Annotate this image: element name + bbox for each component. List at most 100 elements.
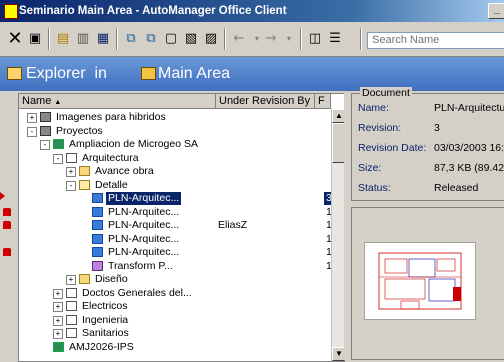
document-field-label: Size: xyxy=(358,162,382,174)
vertical-scrollbar[interactable]: ▲ ▼ xyxy=(331,109,344,361)
lock-icon xyxy=(3,221,11,229)
save-icon[interactable]: ▣ xyxy=(26,30,44,48)
tree-row[interactable]: AMJ2026-IPS xyxy=(19,341,334,354)
tree-row[interactable]: PLN-Arquitec... 1 xyxy=(19,246,334,259)
current-arrow-icon xyxy=(0,192,5,200)
check-icon[interactable]: ⧉ xyxy=(142,30,160,48)
area-label: Main Area xyxy=(158,65,231,82)
lock-icon xyxy=(3,207,11,216)
forward-dropdown-icon[interactable]: ▾ xyxy=(280,30,298,48)
tree-row[interactable]: - Proyectos xyxy=(19,125,334,138)
expand-icon[interactable]: + xyxy=(53,315,63,326)
drawing-icon xyxy=(92,193,103,203)
tree-row[interactable]: + Imagenes para hibridos xyxy=(19,111,334,124)
proj-icon xyxy=(53,341,64,352)
column-header-under-revision[interactable]: Under Revision By xyxy=(216,94,315,109)
toolbar-separator xyxy=(116,28,118,50)
tree-row[interactable]: Transform P... 1 xyxy=(19,260,334,273)
tree-row-label: AMJ2026-IPS xyxy=(69,340,134,353)
settings-icon[interactable]: ▦ xyxy=(94,30,112,48)
title-bar: Seminario Main Area - AutoManager Office… xyxy=(0,0,504,22)
tree-row[interactable]: - Detalle xyxy=(19,179,334,192)
doc-icon[interactable]: ▥ xyxy=(74,30,92,48)
expand-icon[interactable]: + xyxy=(66,167,76,177)
folder-white-icon xyxy=(66,301,77,311)
column-header-name[interactable]: Name ▲ xyxy=(19,94,216,109)
cabinet-icon xyxy=(40,112,51,122)
tree-row-label: PLN-Arquitec... xyxy=(108,219,180,231)
tree-row-label: Proyectos xyxy=(56,124,103,137)
tree-row[interactable]: PLN-Arquitec... 1 xyxy=(19,206,334,219)
explorer-label: Explorer in xyxy=(26,65,107,82)
tree-row-label: Diseño xyxy=(95,273,128,285)
document-field-label: Status: xyxy=(358,182,391,194)
drawing-icon xyxy=(92,233,103,244)
split-view-icon[interactable]: ◫ xyxy=(306,30,324,48)
close-icon[interactable]: ✕ xyxy=(6,30,24,48)
minimize-button[interactable]: _ xyxy=(488,3,504,19)
tree-row-label: Imagenes para hibridos xyxy=(56,111,166,123)
document-field-value: PLN-Arquitectura xyxy=(434,102,504,114)
expand-icon[interactable]: + xyxy=(53,288,63,299)
splitter[interactable] xyxy=(344,93,349,360)
tree-row[interactable]: PLN-Arquitec... 3 xyxy=(19,192,338,205)
tree-row-label: Ampliacion de Microgeo SA xyxy=(69,138,198,150)
tree-row-label: Ingenieria xyxy=(82,313,129,326)
tree-row[interactable]: PLN-Arquitec... EliasZ 1 xyxy=(19,219,334,232)
delete-icon[interactable]: ▨ xyxy=(202,30,220,48)
search-input[interactable] xyxy=(367,32,504,49)
tree-panel: Name ▲ Under Revision By F + Imagenes par… xyxy=(18,93,345,362)
preview-panel xyxy=(351,207,504,360)
collapse-icon[interactable]: - xyxy=(40,140,50,150)
document-field-value: 87,3 KB (89.420 xyxy=(434,162,504,174)
column-header-f[interactable]: F xyxy=(315,94,331,109)
toolbar-separator xyxy=(360,28,362,50)
document-legend: Document xyxy=(360,87,412,99)
back-icon[interactable]: ← xyxy=(230,30,248,48)
tree-row-label: Electricos xyxy=(82,300,128,312)
tree-row-label: Arquitectura xyxy=(82,151,139,164)
cabinet-icon xyxy=(40,125,51,136)
under-revision-cell: EliasZ xyxy=(218,219,248,231)
toolbar: ✕ ▣ ▤ ▥ ▦ ⧉ ⧉ ▢ ▧ ▨ ← ▾ → ▾ ◫ ☰ xyxy=(0,22,504,57)
lock-icon xyxy=(3,248,11,256)
forward-icon[interactable]: → xyxy=(262,30,280,48)
tree-row[interactable]: + Electricos xyxy=(19,300,334,313)
tree-row[interactable]: - Ampliacion de Microgeo SA xyxy=(19,138,334,151)
toolbar-separator xyxy=(224,28,226,50)
folder-icon xyxy=(79,166,90,176)
collapse-icon[interactable]: - xyxy=(66,180,76,191)
tree-row[interactable]: + Diseño xyxy=(19,273,334,286)
tree-row-label: Transform P... xyxy=(108,259,173,272)
collapse-icon[interactable]: - xyxy=(53,153,63,164)
expand-icon[interactable]: + xyxy=(27,113,37,123)
expand-icon[interactable]: + xyxy=(53,329,63,339)
sort-ascending-icon: ▲ xyxy=(54,99,62,106)
merge-icon[interactable]: ⧉ xyxy=(122,30,140,48)
expand-icon[interactable]: + xyxy=(53,302,63,312)
tree-row[interactable]: + Sanitarios xyxy=(19,327,334,340)
toolbar-separator xyxy=(48,28,50,50)
new-doc-icon[interactable]: ▢ xyxy=(162,30,180,48)
tree-row-label: Doctos Generales del... xyxy=(82,286,192,299)
tree-row-label: Detalle xyxy=(95,178,128,191)
tree-row[interactable]: + Avance obra xyxy=(19,165,334,178)
drawing-thumbnail[interactable] xyxy=(364,242,476,320)
copy-icon[interactable]: ▧ xyxy=(182,30,200,48)
expand-icon[interactable]: + xyxy=(66,275,76,285)
proj-icon xyxy=(53,139,64,149)
explorer-header: Explorer in Main Area xyxy=(0,57,504,91)
document-panel: Document Name: PLN-Arquitectura Revision: 3… xyxy=(351,87,504,201)
tree-row[interactable]: PLN-Arquitec... 1 xyxy=(19,233,334,246)
folder-open-icon xyxy=(79,179,90,190)
folder-icon[interactable]: ▤ xyxy=(54,30,72,48)
collapse-icon[interactable]: - xyxy=(27,126,37,137)
tree-row[interactable]: - Arquitectura xyxy=(19,152,334,165)
list-view-icon[interactable]: ☰ xyxy=(326,30,344,48)
tree-row[interactable]: + Doctos Generales del... xyxy=(19,287,334,300)
folder-white-icon xyxy=(66,287,77,298)
tree-row[interactable]: + Ingenieria xyxy=(19,314,334,327)
document-field-value: 03/03/2003 16:0 xyxy=(434,142,504,154)
window-title: Seminario Main Area - AutoManager Office… xyxy=(19,5,287,17)
area-icon xyxy=(141,67,156,80)
